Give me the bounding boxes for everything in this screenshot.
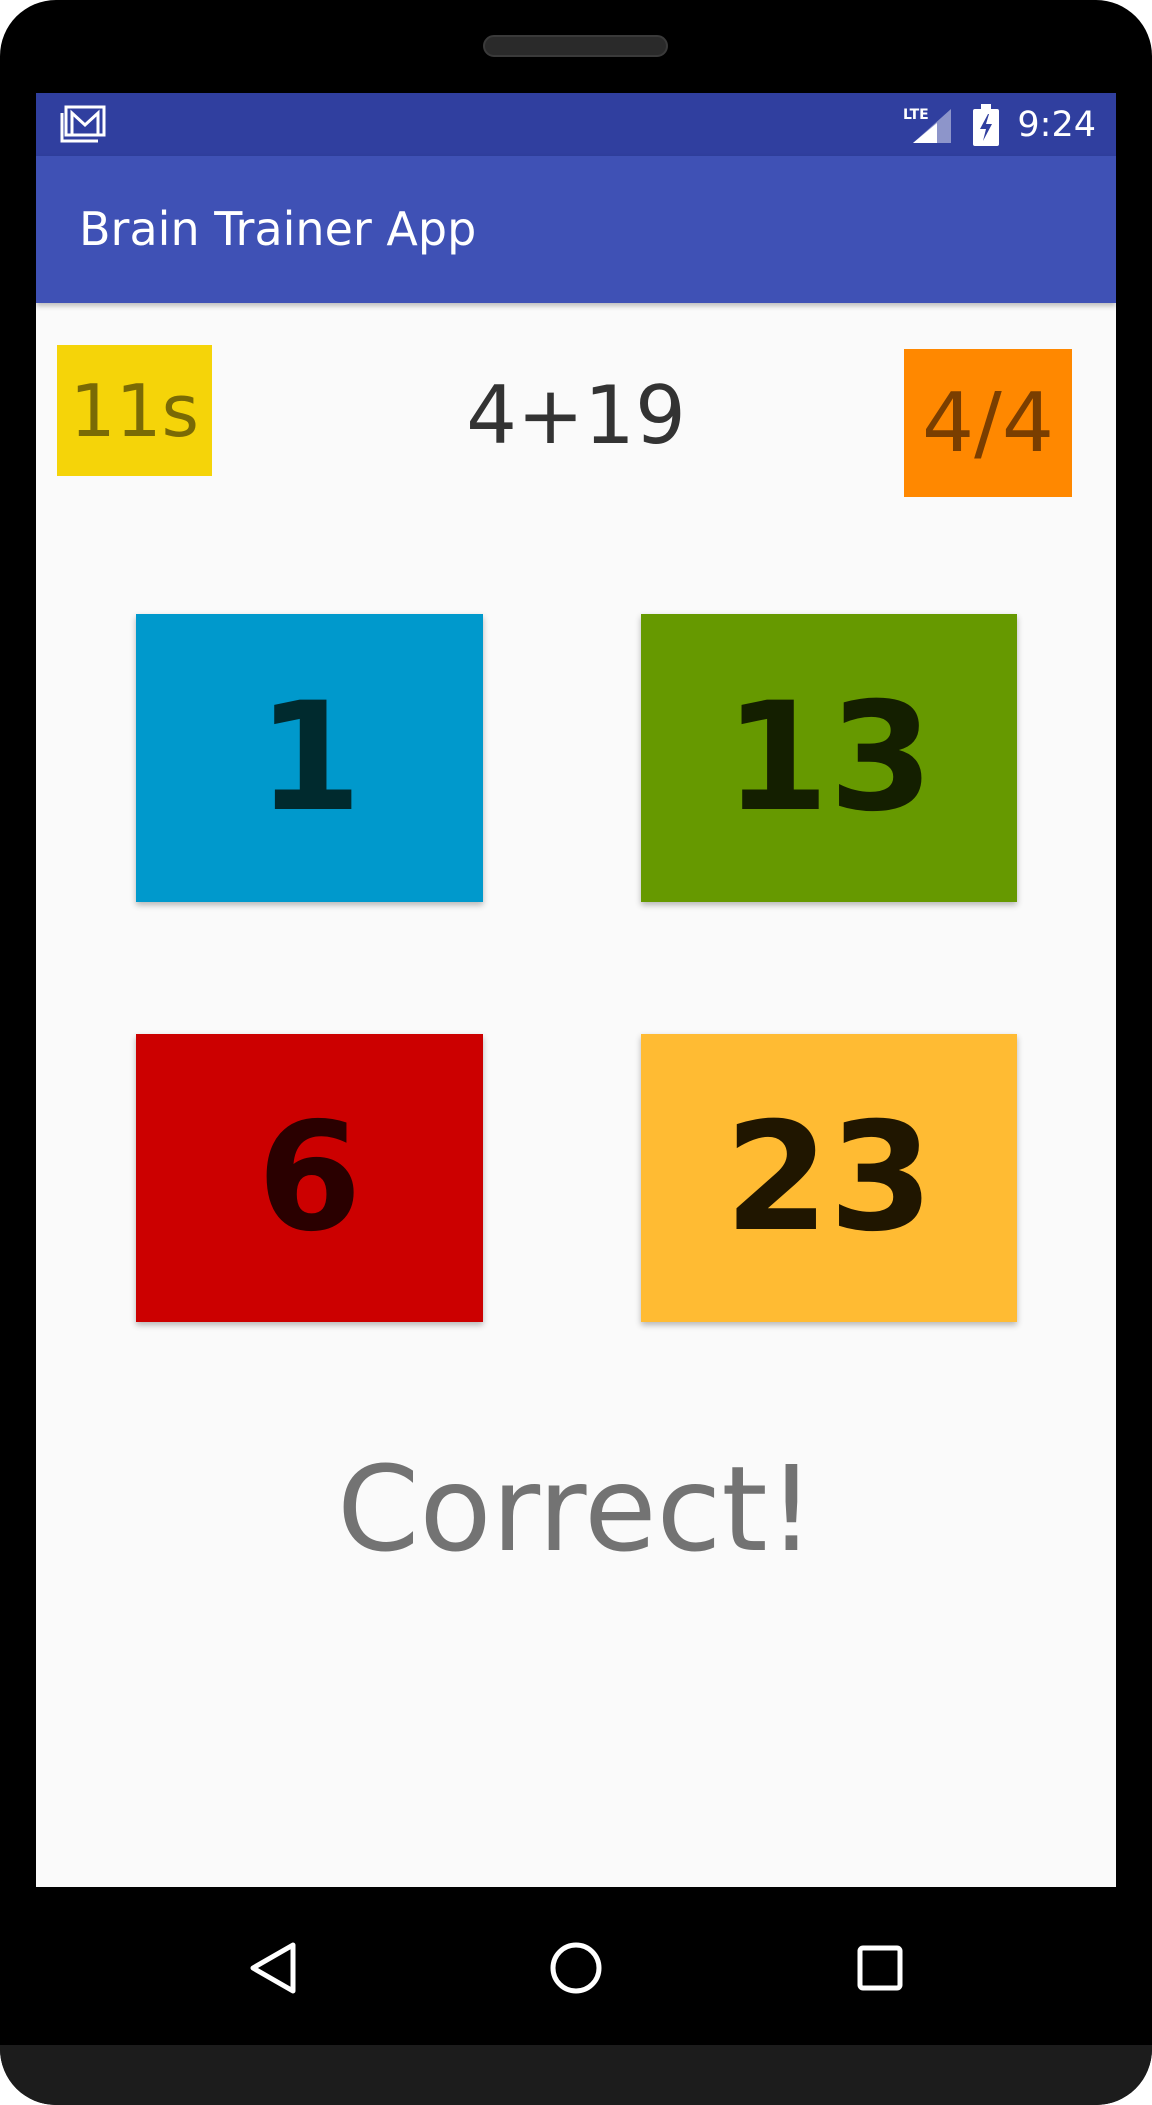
battery-charging-icon bbox=[973, 103, 1000, 146]
back-button[interactable] bbox=[228, 1923, 318, 2013]
result-message: Correct! bbox=[337, 1440, 815, 1578]
status-time: 9:24 bbox=[1017, 104, 1096, 145]
answer-button-4[interactable]: 23 bbox=[641, 1034, 1017, 1322]
answer-button-2[interactable]: 13 bbox=[641, 614, 1017, 902]
status-icons: LTE 9:24 bbox=[903, 93, 1096, 156]
lte-signal-icon: LTE bbox=[903, 107, 952, 143]
answer-button-1[interactable]: 1 bbox=[136, 614, 483, 902]
svg-text:LTE: LTE bbox=[903, 107, 929, 123]
back-triangle-icon bbox=[250, 1942, 296, 1994]
recents-square-icon bbox=[857, 1945, 903, 1991]
answer-button-3[interactable]: 6 bbox=[136, 1034, 483, 1322]
app-title: Brain Trainer App bbox=[79, 202, 477, 256]
question-text: 4+19 bbox=[466, 368, 686, 462]
earpiece-speaker bbox=[483, 35, 668, 57]
recents-button[interactable] bbox=[835, 1923, 925, 2013]
phone-frame: LTE 9:24 Brain Trainer App 11s 4+19 4/4 … bbox=[0, 0, 1152, 2105]
navigation-bar bbox=[0, 1887, 1152, 2045]
timer-display: 11s bbox=[57, 345, 212, 476]
score-display: 4/4 bbox=[904, 349, 1072, 497]
status-bar: LTE 9:24 bbox=[36, 93, 1116, 156]
home-button[interactable] bbox=[531, 1923, 621, 2013]
app-screen: LTE 9:24 Brain Trainer App 11s 4+19 4/4 … bbox=[36, 93, 1116, 1887]
app-bar: Brain Trainer App bbox=[36, 156, 1116, 303]
phone-bottom-bezel bbox=[0, 2045, 1152, 2105]
home-circle-icon bbox=[550, 1942, 602, 1994]
gmail-icon bbox=[60, 105, 106, 143]
